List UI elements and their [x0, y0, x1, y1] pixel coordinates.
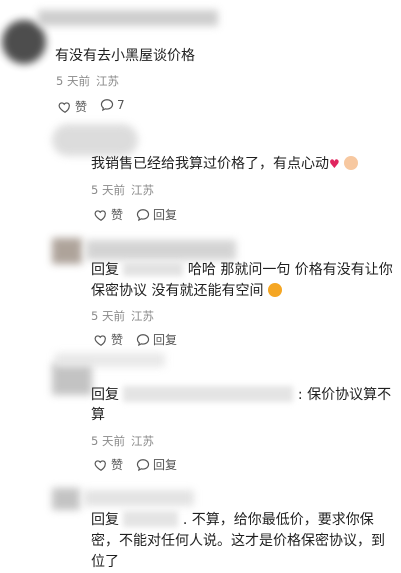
avatar-blurred[interactable] [52, 238, 82, 264]
avatar[interactable] [2, 20, 46, 64]
heart-emoji-icon: ♥ [329, 157, 340, 171]
reply-line-2: 保密协议 没有就还能有空间 [91, 281, 282, 301]
like-label: 赞 [75, 100, 88, 114]
face-emoji-icon [344, 156, 359, 170]
reply-button[interactable]: 回复 [136, 331, 177, 348]
reply-line-1: 回复 哈哈 那就问一句 价格有没有让你 [91, 260, 393, 280]
reply-line-1: 回复 . 不算，给你最低价，要求你保 [91, 510, 374, 530]
username-blurred[interactable] [84, 490, 194, 506]
reply-location: 江苏 [131, 309, 154, 323]
like-button[interactable]: 赞 [94, 206, 123, 223]
mention-blurred[interactable] [123, 511, 179, 527]
username-blurred[interactable] [55, 353, 165, 367]
comment-bubble-icon [136, 208, 150, 221]
comment-location: 江苏 [96, 74, 119, 88]
like-button[interactable]: 赞 [94, 456, 123, 473]
comment-top: 有没有去小黑屋谈价格 5 天前 江苏 赞 7 [0, 0, 401, 118]
reply-line-2-text: 保密协议 没有就还能有空间 [91, 283, 264, 299]
heart-outline-icon [58, 101, 70, 113]
reply-prefix: 回复 [91, 262, 119, 278]
comment-count-button[interactable]: 7 [100, 98, 125, 112]
comment-time: 5 天前 [56, 74, 90, 88]
like-button[interactable]: 赞 [58, 98, 87, 115]
avatar-blurred[interactable] [52, 124, 138, 156]
reply-line-1-text: 哈哈 那就问一句 价格有没有让你 [187, 262, 393, 278]
comment-bubble-icon [136, 458, 150, 471]
reply-label: 回复 [153, 458, 178, 472]
like-label: 赞 [111, 333, 124, 347]
reply-1: 我销售已经给我算过价格了，有点心动♥ 5 天前 江苏 赞 回复 [0, 118, 401, 228]
reply-line-1: 回复 : 保价协议算不 [91, 385, 391, 405]
like-label: 赞 [111, 458, 124, 472]
reply-time: 5 天前 [91, 434, 125, 448]
reply-time: 5 天前 [91, 309, 125, 323]
comment-text: 有没有去小黑屋谈价格 [55, 48, 195, 64]
avatar-blurred[interactable] [52, 363, 92, 395]
reply-prefix: 回复 [91, 512, 119, 528]
reply-3: 回复 : 保价协议算不 算 5 天前 江苏 赞 回复 [0, 353, 401, 478]
username-blurred[interactable] [38, 10, 218, 26]
mention-blurred[interactable] [123, 262, 184, 276]
like-button[interactable]: 赞 [94, 331, 123, 348]
reply-button[interactable]: 回复 [136, 206, 177, 223]
reply-count: 7 [117, 98, 125, 112]
comment-bubble-icon [136, 333, 150, 346]
heart-outline-icon [94, 459, 106, 471]
comment-bubble-icon [100, 99, 114, 112]
reply-line-2: 算 [91, 407, 105, 423]
reply-location: 江苏 [131, 434, 154, 448]
reply-line-3: 位了 [91, 554, 119, 570]
heart-outline-icon [94, 334, 106, 346]
reply-line-2: 密，不能对任何人说。这才是价格保密协议，到 [91, 533, 385, 549]
avatar-blurred[interactable] [52, 488, 80, 510]
reply-location: 江苏 [131, 183, 154, 197]
reply-label: 回复 [153, 208, 178, 222]
reply-text: 我销售已经给我算过价格了，有点心动♥ [91, 154, 359, 174]
reply-line-1-text: . 不算，给你最低价，要求你保 [182, 512, 374, 528]
like-label: 赞 [111, 208, 124, 222]
reply-4: 回复 . 不算，给你最低价，要求你保 密，不能对任何人说。这才是价格保密协议，到… [0, 478, 401, 573]
reply-button[interactable]: 回复 [136, 456, 177, 473]
reply-2: 回复 哈哈 那就问一句 价格有没有让你 保密协议 没有就还能有空间 5 天前 江… [0, 228, 401, 353]
reply-time: 5 天前 [91, 183, 125, 197]
reply-label: 回复 [153, 333, 178, 347]
mention-blurred[interactable] [123, 386, 294, 402]
reply-prefix: 回复 [91, 387, 119, 403]
face-emoji-icon [267, 283, 282, 297]
username-blurred[interactable] [86, 240, 236, 260]
reply-text-body: 我销售已经给我算过价格了，有点心动 [91, 156, 329, 172]
heart-outline-icon [94, 209, 106, 221]
reply-line-1-text: : 保价协议算不 [297, 387, 392, 403]
